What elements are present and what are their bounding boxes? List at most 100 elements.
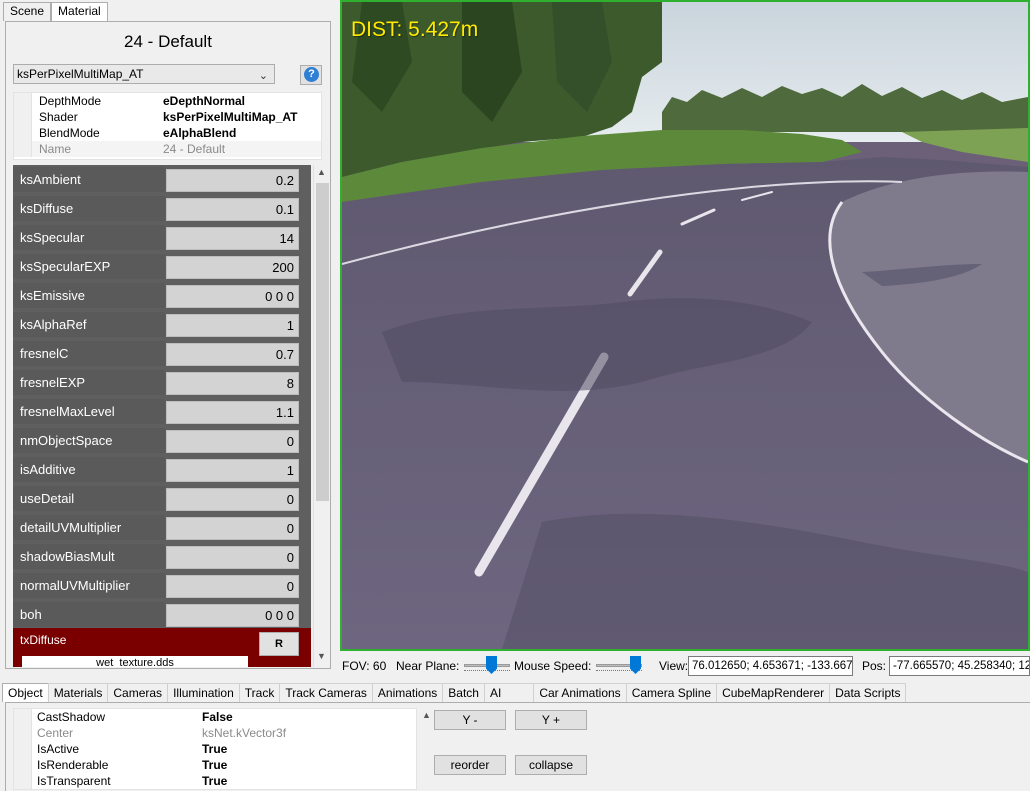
property-value[interactable]: True	[202, 741, 416, 757]
tab-object[interactable]: Object	[2, 683, 49, 702]
object-tab-panel: CastShadow False Center ksNet.kVector3f Is…	[5, 702, 1030, 791]
variable-value-input[interactable]: 0 0 0	[166, 285, 299, 308]
tab-materials[interactable]: Materials	[47, 683, 109, 702]
variable-value-input[interactable]: 200	[166, 256, 299, 279]
property-row[interactable]: IsTransparent True	[14, 773, 416, 789]
tab-track[interactable]: Track	[238, 683, 281, 702]
property-row[interactable]: IsRenderable True	[14, 757, 416, 773]
variable-value-input[interactable]: 0.7	[166, 343, 299, 366]
variable-row: ksEmissive 0 0 0	[13, 281, 311, 310]
variable-value-input[interactable]: 1	[166, 314, 299, 337]
collapse-button[interactable]: collapse	[515, 755, 587, 775]
help-icon: ?	[304, 67, 319, 82]
tab-scene[interactable]: Scene	[3, 2, 52, 21]
variable-label: nmObjectSpace	[13, 428, 165, 453]
variable-value-input[interactable]: 0.2	[166, 169, 299, 192]
variable-row: ksSpecular 14	[13, 223, 311, 252]
variable-value-input[interactable]: 0	[166, 517, 299, 540]
variable-value-input[interactable]: 0.1	[166, 198, 299, 221]
tab-data-scripts[interactable]: Data Scripts	[829, 683, 907, 702]
3d-viewport[interactable]: DIST: 5.427m	[340, 0, 1030, 651]
variable-value-input[interactable]: 1	[166, 459, 299, 482]
property-row[interactable]: BlendMode eAlphaBlend	[14, 125, 321, 141]
left-tabstrip: Scene Material	[3, 2, 108, 22]
variable-row: boh 0 0 0	[13, 600, 311, 629]
variable-row: ksAmbient 0.2	[13, 165, 311, 194]
property-value[interactable]: True	[202, 773, 416, 789]
y-minus-button[interactable]: Y -	[434, 710, 506, 730]
texture-reload-button[interactable]: R	[259, 632, 299, 656]
material-title: 24 - Default	[124, 32, 212, 51]
variable-row: nmObjectSpace 0	[13, 426, 311, 455]
variable-row: useDetail 0	[13, 484, 311, 513]
tab-cameras[interactable]: Cameras	[107, 683, 169, 702]
property-value: ksNet.kVector3f	[202, 726, 287, 740]
texture-row: txDiffuse R wet_texture.dds	[13, 628, 311, 667]
property-row[interactable]: Name 24 - Default	[14, 141, 321, 157]
variable-value-input[interactable]: 0	[166, 575, 299, 598]
variable-value-input[interactable]: 1.1	[166, 401, 299, 424]
tab-ai[interactable]: AI	[483, 683, 535, 702]
property-row[interactable]: IsActive True	[14, 741, 416, 757]
variable-row: isAdditive 1	[13, 455, 311, 484]
material-panel: Scene Material 24 - Default ksPerPixelMu…	[0, 0, 337, 683]
variable-label: ksSpecular	[13, 225, 165, 250]
property-value[interactable]: eAlphaBlend	[163, 125, 321, 141]
property-row[interactable]: Shader ksPerPixelMultiMap_AT	[14, 109, 321, 125]
variable-label: boh	[13, 602, 165, 627]
tab-track-cameras[interactable]: Track Cameras	[279, 683, 373, 702]
variable-value-input[interactable]: 0	[166, 430, 299, 453]
scrollbar-thumb[interactable]	[316, 183, 329, 501]
variable-value-input[interactable]: 8	[166, 372, 299, 395]
scroll-up-icon[interactable]: ▲	[317, 167, 326, 177]
variable-list-scrollbar[interactable]: ▲ ▼	[313, 165, 330, 667]
variable-value-input[interactable]: 0 0 0	[166, 604, 299, 627]
variable-label: ksAlphaRef	[13, 312, 165, 337]
property-key: BlendMode	[39, 126, 100, 140]
variable-label: shadowBiasMult	[13, 544, 165, 569]
tab-car-animations[interactable]: Car Animations	[533, 683, 627, 702]
property-row[interactable]: CastShadow False	[14, 709, 416, 725]
tab-material[interactable]: Material	[51, 2, 108, 22]
mouse-speed-slider[interactable]	[596, 656, 642, 674]
tab-camera-spline[interactable]: Camera Spline	[625, 683, 718, 702]
variable-value-input[interactable]: 14	[166, 227, 299, 250]
object-grid-scrollbar[interactable]: ▲	[418, 708, 435, 790]
help-button[interactable]: ?	[300, 65, 322, 85]
variable-label: isAdditive	[13, 457, 165, 482]
scroll-up-icon[interactable]: ▲	[422, 710, 431, 720]
scroll-down-icon[interactable]: ▼	[317, 651, 326, 661]
tab-batch[interactable]: Batch	[442, 683, 485, 702]
material-editor: 24 - Default ksPerPixelMultiMap_AT ⌄ ? D…	[5, 21, 331, 669]
object-property-grid: CastShadow False Center ksNet.kVector3f Is…	[13, 708, 417, 790]
property-key: Name	[39, 142, 72, 156]
property-key: CastShadow	[37, 710, 106, 724]
distance-readout: DIST: 5.427m	[351, 18, 479, 41]
variable-label: ksAmbient	[13, 167, 165, 192]
property-value[interactable]: False	[202, 709, 416, 725]
variable-value-input[interactable]: 0	[166, 546, 299, 569]
tab-animations[interactable]: Animations	[371, 683, 444, 702]
pos-coordinates-field[interactable]: -77.665570; 45.258340; 124.1	[889, 656, 1030, 676]
view-coordinates-field[interactable]: 76.012650; 4.653671; -133.66750	[688, 656, 853, 676]
property-row[interactable]: DepthMode eDepthNormal	[14, 93, 321, 109]
variable-label: fresnelEXP	[13, 370, 165, 395]
reorder-button[interactable]: reorder	[434, 755, 506, 775]
shader-dropdown[interactable]: ksPerPixelMultiMap_AT ⌄	[13, 64, 275, 84]
property-key: Shader	[39, 110, 78, 124]
variable-row: normalUVMultiplier 0	[13, 571, 311, 600]
tab-cubemap-renderer[interactable]: CubeMapRenderer	[716, 683, 831, 702]
variable-value-input[interactable]: 0	[166, 488, 299, 511]
y-plus-button[interactable]: Y +	[515, 710, 587, 730]
texture-file-field[interactable]: wet_texture.dds	[22, 656, 248, 667]
property-value[interactable]: eDepthNormal	[163, 93, 321, 109]
variable-label: ksDiffuse	[13, 196, 165, 221]
property-row[interactable]: Center ksNet.kVector3f	[14, 725, 416, 741]
property-value[interactable]: True	[202, 757, 416, 773]
property-value[interactable]: ksPerPixelMultiMap_AT	[163, 109, 321, 125]
tab-illumination[interactable]: Illumination	[167, 683, 240, 702]
property-key: IsRenderable	[37, 758, 109, 772]
variable-label: detailUVMultiplier	[13, 515, 165, 540]
near-plane-slider[interactable]	[464, 656, 510, 674]
variable-label: ksSpecularEXP	[13, 254, 165, 279]
